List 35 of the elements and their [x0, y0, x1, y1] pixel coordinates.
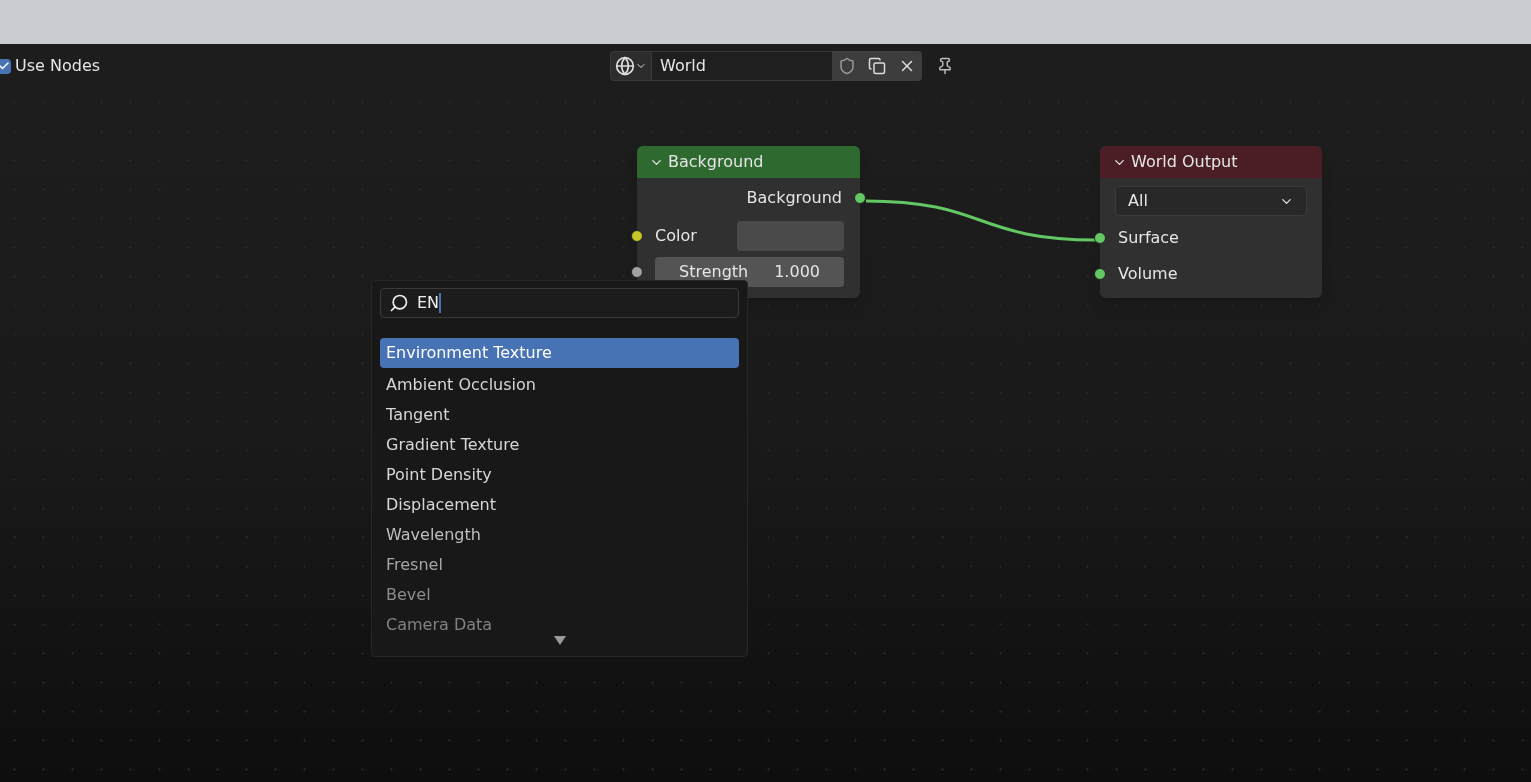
world-name-field[interactable]: World [652, 51, 833, 81]
menu-item[interactable]: Wavelength [380, 520, 739, 550]
world-type-button[interactable] [610, 51, 653, 81]
node-canvas[interactable] [0, 88, 1531, 782]
socket-label: Background [746, 187, 842, 209]
node-title: Background [668, 151, 764, 173]
close-button[interactable] [892, 51, 923, 81]
socket-label: Color [655, 225, 698, 247]
menu-item[interactable]: Tangent [380, 400, 739, 430]
use-nodes-checkbox[interactable]: Use Nodes [0, 54, 101, 78]
shield-icon [838, 57, 857, 75]
socket-label: Surface [1118, 227, 1179, 249]
search-field[interactable]: EN [380, 288, 739, 318]
copy-icon [868, 57, 887, 75]
node-link[interactable] [866, 199, 1096, 242]
menu-item[interactable]: Environment Texture [380, 338, 739, 368]
strength-field[interactable]: Strength 1.000 [655, 257, 844, 287]
color-swatch[interactable] [737, 221, 844, 251]
socket-label: Volume [1118, 263, 1178, 285]
node-header[interactable]: Background [637, 146, 860, 178]
menu-item[interactable]: Gradient Texture [380, 430, 739, 460]
check-icon [0, 60, 10, 72]
menu-item[interactable]: Bevel [380, 580, 739, 610]
target-dropdown[interactable]: All [1115, 186, 1307, 216]
search-icon [389, 293, 409, 313]
globe-icon [615, 56, 636, 76]
fake-user-button[interactable] [832, 51, 863, 81]
scroll-down-icon[interactable] [553, 636, 566, 645]
menu-item[interactable]: Displacement [380, 490, 739, 520]
menu-item[interactable]: Fresnel [380, 550, 739, 580]
node-title: World Output [1131, 151, 1238, 173]
node-header[interactable]: World Output [1100, 146, 1322, 178]
menu-item[interactable]: Ambient Occlusion [380, 370, 739, 400]
menu-item[interactable]: Camera Data [380, 610, 739, 640]
menu-item[interactable]: Point Density [380, 460, 739, 490]
